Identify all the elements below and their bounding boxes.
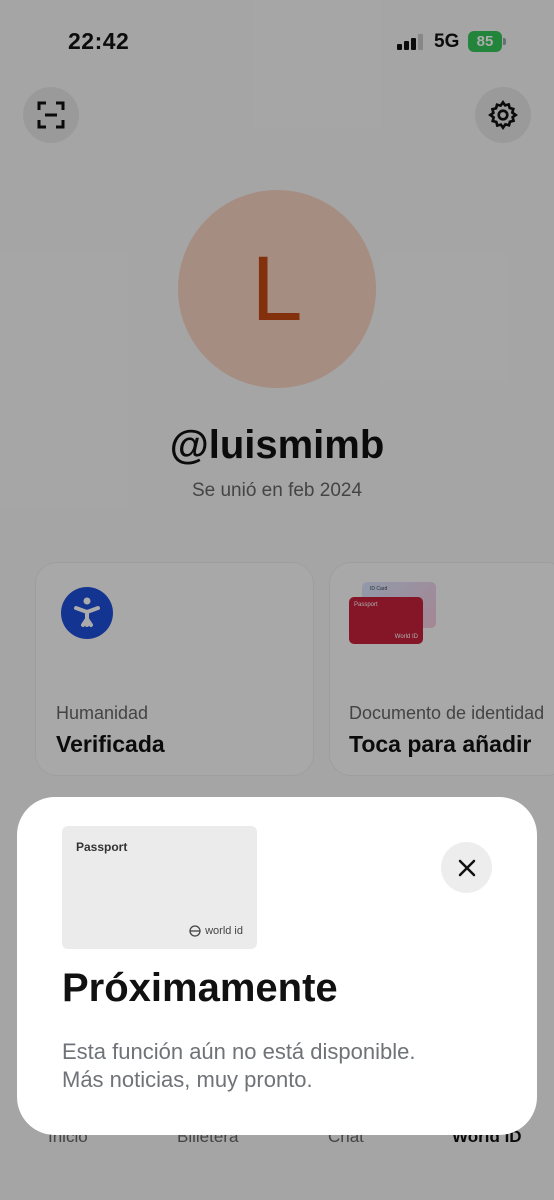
world-id-brand-text: world id [205,925,243,937]
world-id-logo-icon [189,925,201,937]
sheet-title: Próximamente [62,966,338,1010]
world-id-brand: world id [189,925,243,937]
close-button[interactable] [441,842,492,893]
close-icon [458,859,475,876]
passport-label: Passport [76,840,128,854]
passport-card-image: Passport world id [62,826,257,949]
sheet-description: Esta función aún no está disponible. Más… [62,1039,416,1092]
